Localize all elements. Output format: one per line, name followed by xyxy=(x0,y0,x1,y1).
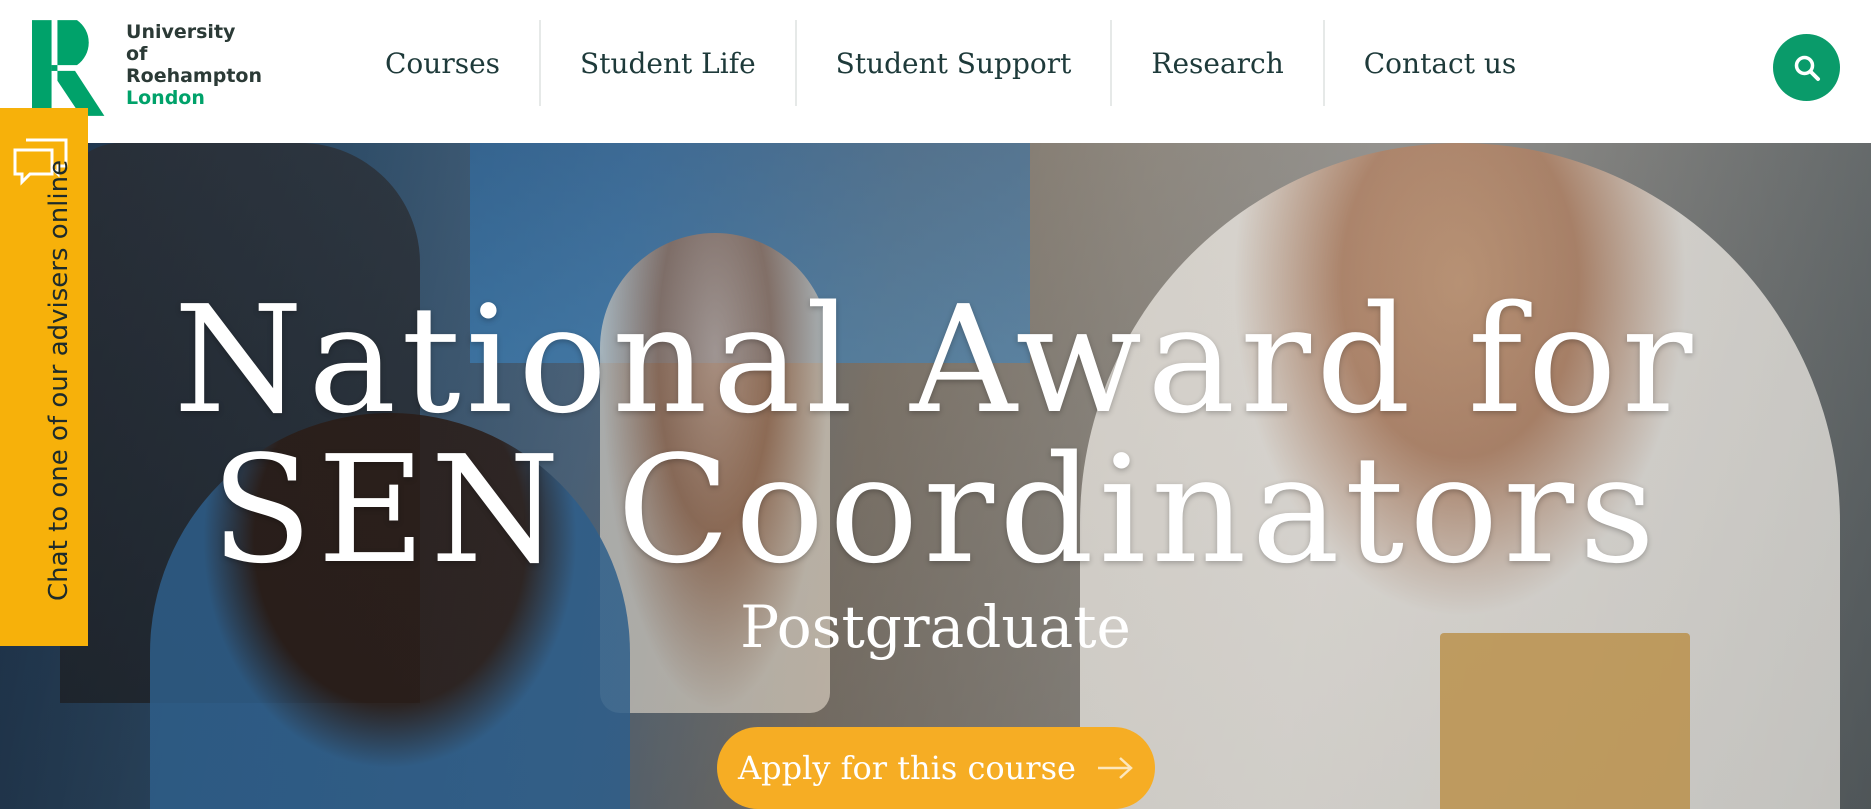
logo-line-2: Roehampton xyxy=(126,65,262,87)
logo-text: University of Roehampton London xyxy=(126,21,262,109)
nav-item-research[interactable]: Research xyxy=(1110,20,1322,106)
apply-button[interactable]: Apply for this course xyxy=(717,727,1155,809)
chat-advisers-tab[interactable]: Chat to one of our advisers online xyxy=(0,108,88,646)
page-title-line-2: SEN Coordinators xyxy=(210,424,1661,596)
main-nav: Courses Student Life Student Support Res… xyxy=(346,20,1555,106)
apply-button-label: Apply for this course xyxy=(738,749,1076,787)
nav-item-courses[interactable]: Courses xyxy=(346,20,539,106)
logo-line-1: University of xyxy=(126,21,236,65)
nav-item-contact-us[interactable]: Contact us xyxy=(1322,20,1556,106)
chat-label: Chat to one of our advisers online xyxy=(44,159,74,601)
page-title-line-1: National Award for xyxy=(173,274,1698,446)
site-header: University of Roehampton London Courses … xyxy=(0,0,1871,143)
search-icon xyxy=(1794,55,1820,81)
nav-item-student-support[interactable]: Student Support xyxy=(794,20,1111,106)
search-button[interactable] xyxy=(1773,34,1840,101)
course-level: Postgraduate xyxy=(740,593,1131,661)
arrow-right-icon xyxy=(1097,757,1133,779)
university-logo[interactable]: University of Roehampton London xyxy=(32,18,262,118)
nav-item-student-life[interactable]: Student Life xyxy=(539,20,795,106)
logo-mark-icon xyxy=(32,20,105,116)
logo-line-3: London xyxy=(126,87,205,109)
page-title: National Award for SEN Coordinators xyxy=(0,285,1871,585)
